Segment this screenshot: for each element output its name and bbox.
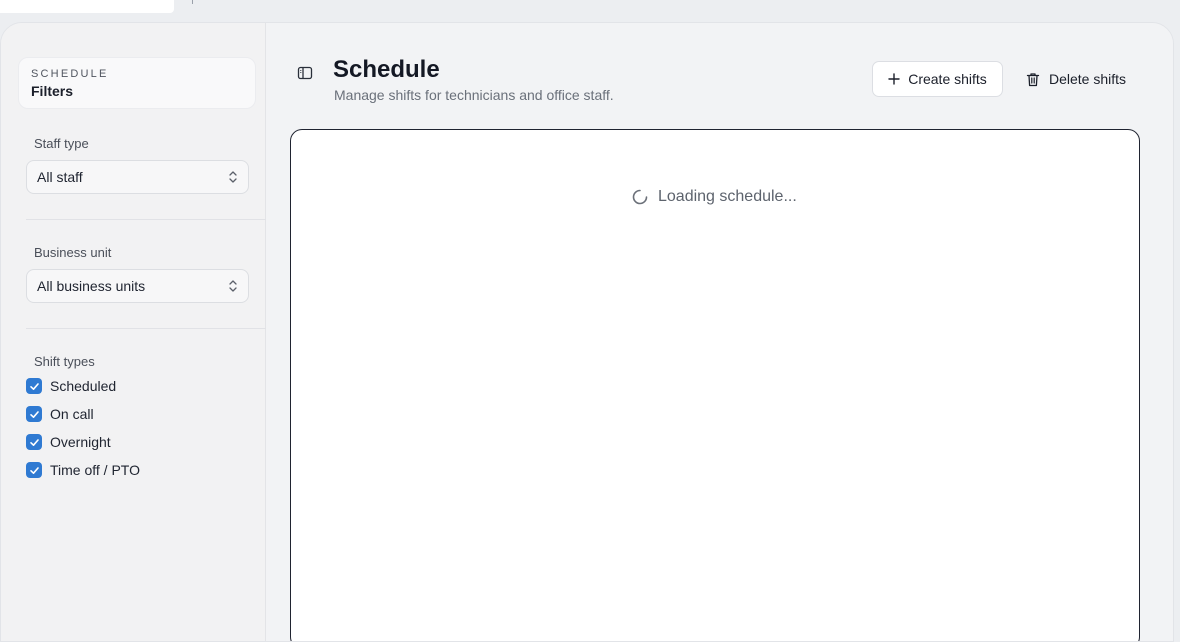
plus-icon bbox=[888, 73, 900, 85]
schedule-main: Schedule Manage shifts for technicians a… bbox=[266, 23, 1173, 641]
panel-toggle-icon[interactable] bbox=[297, 65, 313, 81]
shift-type-time-off[interactable]: Time off / PTO bbox=[26, 462, 140, 478]
sidebar-header: SCHEDULE Filters bbox=[18, 57, 256, 109]
checkbox-label: Time off / PTO bbox=[50, 462, 140, 478]
checkbox-label: Scheduled bbox=[50, 378, 117, 394]
staff-type-value: All staff bbox=[37, 169, 83, 185]
staff-type-label: Staff type bbox=[34, 136, 89, 151]
checkbox[interactable] bbox=[26, 406, 42, 422]
sidebar-divider bbox=[26, 328, 266, 329]
schedule-card: Loading schedule... bbox=[290, 129, 1140, 641]
create-shifts-button[interactable]: Create shifts bbox=[872, 61, 1003, 97]
app-frame: SCHEDULE Filters Staff type All staff Bu… bbox=[0, 22, 1174, 642]
loading-text: Loading schedule... bbox=[658, 188, 797, 205]
delete-shifts-label: Delete shifts bbox=[1048, 71, 1127, 87]
sidebar-title: Filters bbox=[31, 83, 74, 99]
shift-types-label: Shift types bbox=[34, 354, 95, 369]
active-tab[interactable] bbox=[0, 0, 174, 13]
chevron-up-down-icon bbox=[229, 280, 237, 292]
business-unit-select[interactable]: All business units bbox=[26, 269, 249, 303]
browser-top-strip bbox=[0, 0, 1180, 14]
business-unit-label: Business unit bbox=[34, 245, 112, 260]
spinner-icon bbox=[632, 189, 648, 205]
page-title: Schedule bbox=[333, 56, 440, 83]
checkbox-label: On call bbox=[50, 406, 94, 422]
checkbox[interactable] bbox=[26, 462, 42, 478]
check-icon bbox=[29, 410, 39, 418]
sidebar-eyebrow: SCHEDULE bbox=[31, 68, 109, 80]
check-icon bbox=[29, 382, 39, 390]
shift-type-scheduled[interactable]: Scheduled bbox=[26, 378, 116, 394]
check-icon bbox=[29, 438, 39, 446]
trash-icon bbox=[1026, 72, 1040, 86]
staff-type-select[interactable]: All staff bbox=[26, 160, 249, 194]
filters-sidebar: SCHEDULE Filters Staff type All staff Bu… bbox=[1, 23, 266, 641]
loading-indicator: Loading schedule... bbox=[631, 188, 797, 206]
shift-type-overnight[interactable]: Overnight bbox=[26, 434, 111, 450]
page-subtitle: Manage shifts for technicians and office… bbox=[334, 87, 614, 103]
sidebar-divider bbox=[26, 219, 266, 220]
tab-separator bbox=[192, 0, 198, 4]
checkbox-label: Overnight bbox=[50, 434, 111, 450]
create-shifts-label: Create shifts bbox=[908, 71, 987, 87]
delete-shifts-button[interactable]: Delete shifts bbox=[1014, 61, 1138, 97]
check-icon bbox=[29, 466, 39, 474]
shift-type-on-call[interactable]: On call bbox=[26, 406, 94, 422]
business-unit-value: All business units bbox=[37, 278, 146, 294]
checkbox[interactable] bbox=[26, 378, 42, 394]
checkbox[interactable] bbox=[26, 434, 42, 450]
chevron-up-down-icon bbox=[229, 171, 237, 183]
